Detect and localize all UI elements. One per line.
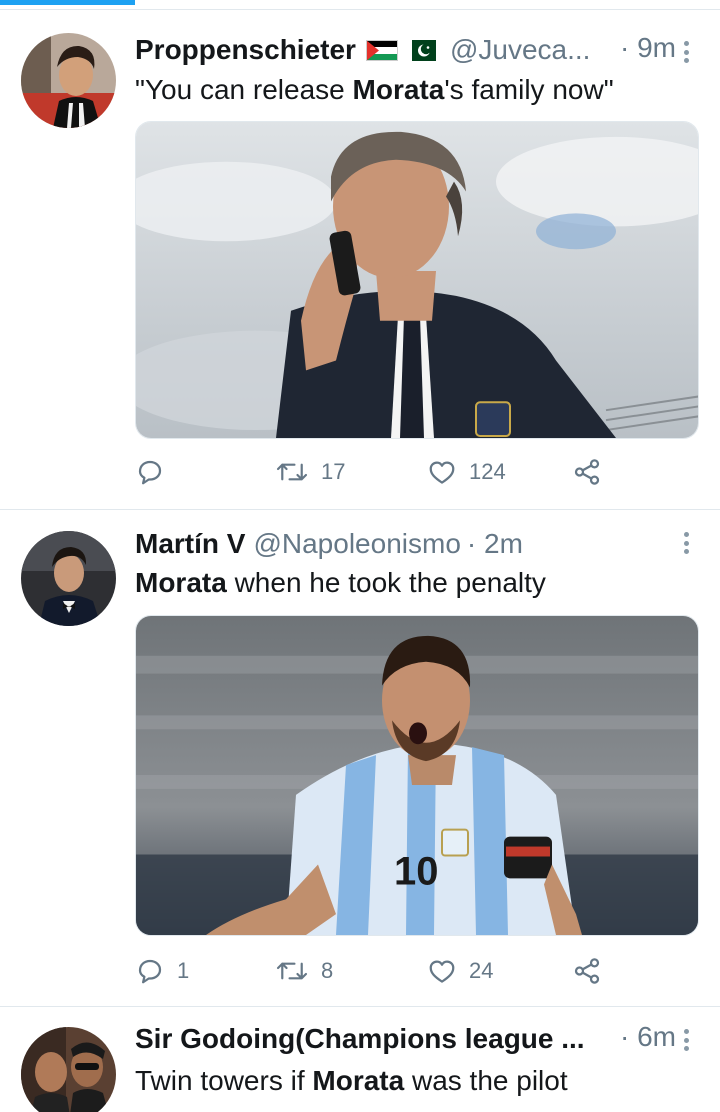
tweet-header: Martín V @Napoleonismo · 2m xyxy=(135,526,676,562)
tab-bar xyxy=(0,0,720,10)
svg-text:10: 10 xyxy=(394,849,438,893)
tweet[interactable]: Proppenschieter @Juveca... · 9m "You can… xyxy=(0,10,720,510)
more-vertical-icon[interactable] xyxy=(678,37,694,67)
reply-button[interactable] xyxy=(135,454,177,490)
palestine-flag-icon xyxy=(365,39,398,61)
reply-icon xyxy=(138,959,162,984)
name-flags xyxy=(365,39,436,61)
tweet-text-part: was the pilot xyxy=(404,1065,568,1096)
handle[interactable]: @Juveca... xyxy=(450,34,590,66)
handle[interactable]: @Napoleonismo xyxy=(253,528,460,560)
active-tab-indicator xyxy=(0,0,135,5)
tweet-actions: 1 8 24 xyxy=(135,953,615,989)
retweet-icon xyxy=(276,962,308,980)
retweet-button[interactable]: 8 xyxy=(275,953,333,989)
share-icon xyxy=(574,459,600,485)
retweet-count: 17 xyxy=(321,459,346,484)
timestamp[interactable]: · 2m xyxy=(467,528,523,560)
like-button[interactable]: 24 xyxy=(427,953,493,989)
tweet-text: "You can release Morata's family now" xyxy=(135,72,690,108)
tweet-text-bold: Morata xyxy=(135,567,227,598)
tweet-text: Morata when he took the penalty xyxy=(135,565,690,601)
tweet-actions: 17 124 xyxy=(135,454,615,490)
tweet[interactable]: Sir Godoing(Champions league ... · 6m Tw… xyxy=(0,1007,720,1112)
share-button[interactable] xyxy=(572,454,602,490)
display-name[interactable]: Proppenschieter xyxy=(135,34,356,66)
pakistan-flag-icon xyxy=(403,39,436,61)
tweet-text-part: when he took the penalty xyxy=(226,567,546,598)
share-button[interactable] xyxy=(572,953,602,989)
reply-count: 1 xyxy=(177,958,190,983)
tweet-photo[interactable]: 10 xyxy=(135,615,699,936)
timestamp[interactable]: · 6m xyxy=(620,1021,676,1053)
retweet-button[interactable]: 17 xyxy=(275,454,345,490)
tweet-header: Sir Godoing(Champions league ... · 6m xyxy=(135,1021,676,1057)
avatar[interactable] xyxy=(21,33,116,128)
like-count: 24 xyxy=(469,958,494,983)
heart-icon xyxy=(429,461,455,484)
tweet-text-part: 's family now" xyxy=(444,74,614,105)
reply-button[interactable]: 1 xyxy=(135,953,189,989)
tweet-text-part: Twin towers if xyxy=(135,1065,313,1096)
like-button[interactable]: 124 xyxy=(427,454,506,490)
display-name[interactable]: Sir Godoing(Champions league ... xyxy=(135,1023,585,1055)
heart-icon xyxy=(429,960,455,983)
more-vertical-icon[interactable] xyxy=(678,528,694,558)
retweet-icon xyxy=(276,463,308,481)
tweet-text: Twin towers if Morata was the pilot xyxy=(135,1063,690,1099)
tweet[interactable]: Martín V @Napoleonismo · 2m Morata when … xyxy=(0,510,720,1007)
reply-icon xyxy=(138,460,162,485)
display-name[interactable]: Martín V xyxy=(135,528,245,560)
tweet-photo[interactable] xyxy=(135,121,699,439)
tweet-header: Proppenschieter @Juveca... · 9m xyxy=(135,32,676,68)
more-vertical-icon[interactable] xyxy=(678,1025,694,1055)
tweet-text-bold: Morata xyxy=(352,74,445,105)
avatar[interactable] xyxy=(21,1027,116,1112)
share-icon xyxy=(574,958,600,984)
timestamp[interactable]: · 9m xyxy=(620,32,676,64)
avatar[interactable] xyxy=(21,531,116,626)
retweet-count: 8 xyxy=(321,958,334,983)
tweet-text-bold: Morata xyxy=(312,1065,405,1096)
tweet-text-part: "You can release xyxy=(135,74,353,105)
like-count: 124 xyxy=(469,459,506,484)
